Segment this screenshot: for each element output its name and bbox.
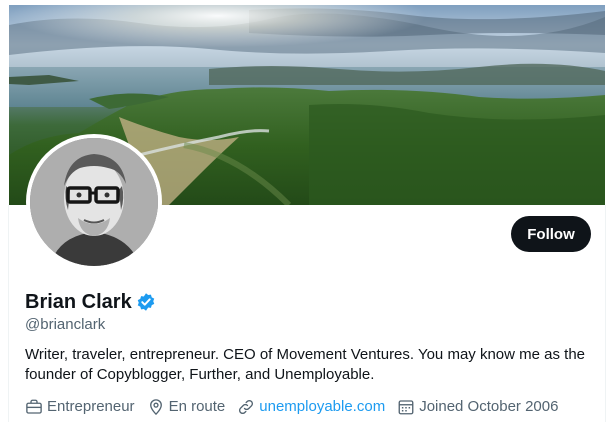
meta-joined-text: Joined October 2006 — [419, 398, 559, 415]
website-link[interactable]: unemployable.com — [259, 397, 385, 417]
user-handle: @brianclark — [25, 316, 106, 333]
name-row: Brian Clark — [25, 290, 156, 314]
link-icon — [237, 398, 255, 416]
avatar-photo — [30, 138, 158, 266]
meta-website: unemployable.com — [237, 397, 385, 417]
calendar-icon — [397, 398, 415, 416]
profile-meta: Entrepreneur En route unemployable.com J… — [25, 397, 558, 417]
verified-badge-icon[interactable] — [136, 292, 156, 312]
follow-button[interactable]: Follow — [511, 216, 591, 252]
frame-border-left — [8, 205, 9, 422]
avatar[interactable] — [26, 134, 162, 270]
briefcase-icon — [25, 398, 43, 416]
avatar-portrait — [30, 138, 158, 266]
meta-joined: Joined October 2006 — [397, 397, 558, 417]
meta-profession-text: Entrepreneur — [47, 398, 135, 415]
profile-header: Follow Brian Clark @brianclark Writer, t… — [0, 0, 616, 422]
location-pin-icon — [147, 398, 165, 416]
display-name: Brian Clark — [25, 291, 132, 313]
meta-location: En route — [147, 397, 226, 417]
meta-profession: Entrepreneur — [25, 397, 135, 417]
frame-border-right — [605, 205, 606, 422]
meta-location-text: En route — [168, 398, 226, 415]
profile-bio: Writer, traveler, entrepreneur. CEO of M… — [25, 346, 586, 383]
